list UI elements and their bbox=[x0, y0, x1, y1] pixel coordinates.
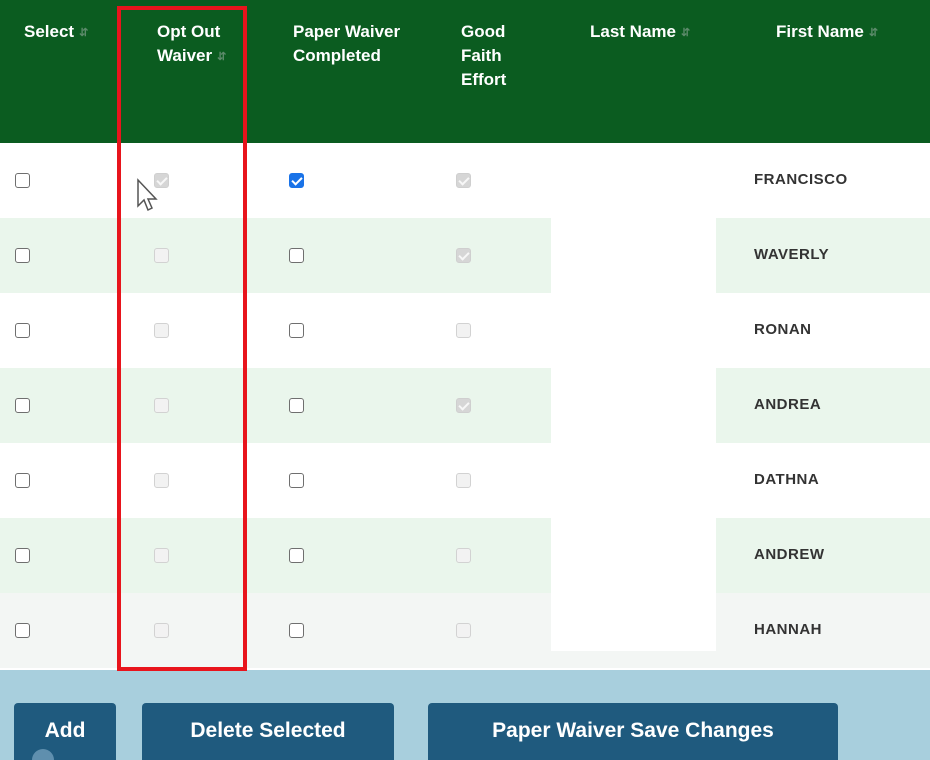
paper-waiver-completed-checkbox[interactable] bbox=[289, 248, 304, 263]
add-button[interactable]: Add bbox=[14, 703, 116, 760]
col-header-last-name[interactable]: Last Name ⇵ bbox=[590, 20, 690, 44]
delete-selected-button[interactable]: Delete Selected bbox=[142, 703, 394, 760]
col-header-paper-waiver-completed: Paper Waiver Completed bbox=[293, 20, 400, 68]
redacted-last-name-area bbox=[551, 143, 716, 651]
first-name-cell: ANDREW bbox=[754, 546, 825, 563]
paper-waiver-completed-checkbox[interactable] bbox=[289, 623, 304, 638]
first-name-cell: WAVERLY bbox=[754, 246, 830, 263]
opt-out-waiver-column-highlight bbox=[117, 6, 247, 671]
select-checkbox[interactable] bbox=[15, 473, 30, 488]
good-faith-effort-checkbox bbox=[456, 548, 471, 563]
paper-waiver-completed-checkbox[interactable] bbox=[289, 473, 304, 488]
select-checkbox[interactable] bbox=[15, 623, 30, 638]
col-header-label: Select bbox=[24, 22, 75, 41]
sort-icon[interactable]: ⇵ bbox=[681, 27, 690, 38]
select-checkbox[interactable] bbox=[15, 398, 30, 413]
col-header-first-name[interactable]: First Name ⇵ bbox=[776, 20, 878, 44]
col-header-label: Last Name bbox=[590, 22, 676, 41]
good-faith-effort-checkbox bbox=[456, 323, 471, 338]
select-checkbox[interactable] bbox=[15, 548, 30, 563]
paper-waiver-completed-checkbox[interactable] bbox=[289, 398, 304, 413]
arrow-cursor-icon bbox=[137, 178, 158, 212]
good-faith-effort-checkbox bbox=[456, 623, 471, 638]
good-faith-effort-checkbox bbox=[456, 473, 471, 488]
good-faith-effort-checkbox bbox=[456, 248, 471, 263]
paper-waiver-completed-checkbox[interactable] bbox=[289, 173, 304, 188]
select-checkbox[interactable] bbox=[15, 248, 30, 263]
col-header-label: Good Faith Effort bbox=[461, 22, 507, 89]
paper-waiver-completed-checkbox[interactable] bbox=[289, 548, 304, 563]
sort-icon[interactable]: ⇵ bbox=[79, 27, 88, 38]
sort-icon[interactable]: ⇵ bbox=[869, 27, 878, 38]
col-header-label: First Name bbox=[776, 22, 864, 41]
first-name-cell: FRANCISCO bbox=[754, 171, 848, 188]
paper-waiver-save-changes-button[interactable]: Paper Waiver Save Changes bbox=[428, 703, 838, 760]
paper-waiver-completed-checkbox[interactable] bbox=[289, 323, 304, 338]
first-name-cell: RONAN bbox=[754, 321, 812, 338]
first-name-cell: DATHNA bbox=[754, 471, 820, 488]
good-faith-effort-checkbox bbox=[456, 398, 471, 413]
first-name-cell: ANDREA bbox=[754, 396, 822, 413]
select-checkbox[interactable] bbox=[15, 173, 30, 188]
col-header-label: Paper Waiver Completed bbox=[293, 22, 401, 65]
good-faith-effort-checkbox bbox=[456, 173, 471, 188]
col-header-good-faith-effort: Good Faith Effort bbox=[461, 20, 506, 92]
col-header-select[interactable]: Select ⇵ bbox=[24, 20, 88, 44]
first-name-cell: HANNAH bbox=[754, 621, 822, 638]
select-checkbox[interactable] bbox=[15, 323, 30, 338]
